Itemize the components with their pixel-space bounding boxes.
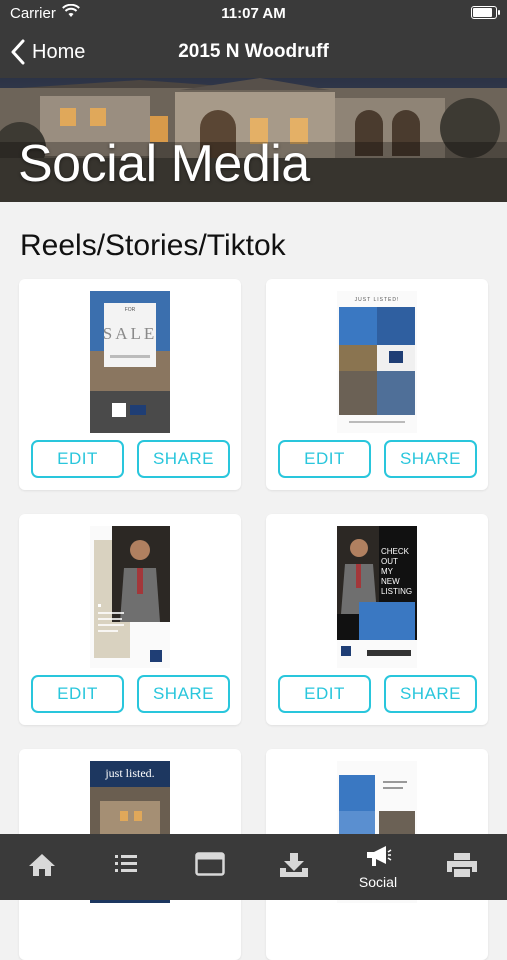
thumb-text: just listed. bbox=[104, 766, 154, 780]
share-button[interactable]: SHARE bbox=[137, 440, 230, 478]
megaphone-icon bbox=[367, 846, 392, 866]
edit-button[interactable]: EDIT bbox=[31, 440, 124, 478]
hero-title: Social Media bbox=[18, 135, 310, 193]
status-bar: Carrier 11:07 AM bbox=[0, 0, 507, 26]
template-card: CHECK OUT MY NEW LISTING EDIT SHARE bbox=[266, 514, 488, 725]
edit-button[interactable]: EDIT bbox=[278, 440, 371, 478]
template-card: FOR SALE EDIT SHARE bbox=[19, 279, 241, 490]
section-title: Reels/Stories/Tiktok bbox=[20, 229, 286, 262]
battery-icon bbox=[471, 6, 500, 19]
edit-button[interactable]: EDIT bbox=[31, 675, 124, 713]
template-card: EDIT SHARE bbox=[19, 514, 241, 725]
home-icon bbox=[29, 854, 55, 876]
template-thumbnail[interactable]: FOR SALE bbox=[90, 291, 170, 433]
share-button[interactable]: SHARE bbox=[137, 675, 230, 713]
tab-social[interactable]: Social bbox=[336, 834, 420, 900]
template-thumbnail[interactable] bbox=[90, 526, 170, 668]
tab-list[interactable] bbox=[84, 834, 168, 900]
browser-icon bbox=[195, 852, 225, 876]
tab-print[interactable] bbox=[420, 834, 504, 900]
thumb-text: MY bbox=[381, 567, 394, 576]
thumb-text: OUT bbox=[381, 557, 398, 566]
thumb-text: JUST LISTED! bbox=[355, 297, 400, 303]
tab-browser[interactable] bbox=[168, 834, 252, 900]
clock: 11:07 AM bbox=[221, 5, 286, 22]
thumb-text: CHECK bbox=[381, 547, 410, 556]
tab-social-label: Social bbox=[358, 874, 398, 890]
template-thumbnail[interactable]: JUST LISTED! bbox=[337, 291, 417, 433]
share-button[interactable]: SHARE bbox=[384, 440, 477, 478]
template-card: JUST LISTED! EDIT SHARE bbox=[266, 279, 488, 490]
tab-bar: Social bbox=[0, 834, 507, 900]
edit-button[interactable]: EDIT bbox=[278, 675, 371, 713]
thumb-text: LISTING bbox=[381, 587, 412, 596]
thumb-text: FOR bbox=[125, 307, 136, 313]
thumb-text: SALE bbox=[103, 324, 158, 343]
tab-download[interactable] bbox=[252, 834, 336, 900]
printer-icon bbox=[447, 853, 477, 877]
thumb-text: NEW bbox=[381, 577, 400, 586]
hero-banner: Social Media bbox=[0, 78, 507, 202]
template-thumbnail[interactable]: CHECK OUT MY NEW LISTING bbox=[337, 526, 417, 668]
page-title: 2015 N Woodruff bbox=[178, 41, 329, 62]
nav-bar: Home 2015 N Woodruff bbox=[0, 26, 507, 78]
download-icon bbox=[280, 853, 308, 877]
list-icon bbox=[115, 855, 137, 872]
share-button[interactable]: SHARE bbox=[384, 675, 477, 713]
tab-home[interactable] bbox=[0, 834, 84, 900]
